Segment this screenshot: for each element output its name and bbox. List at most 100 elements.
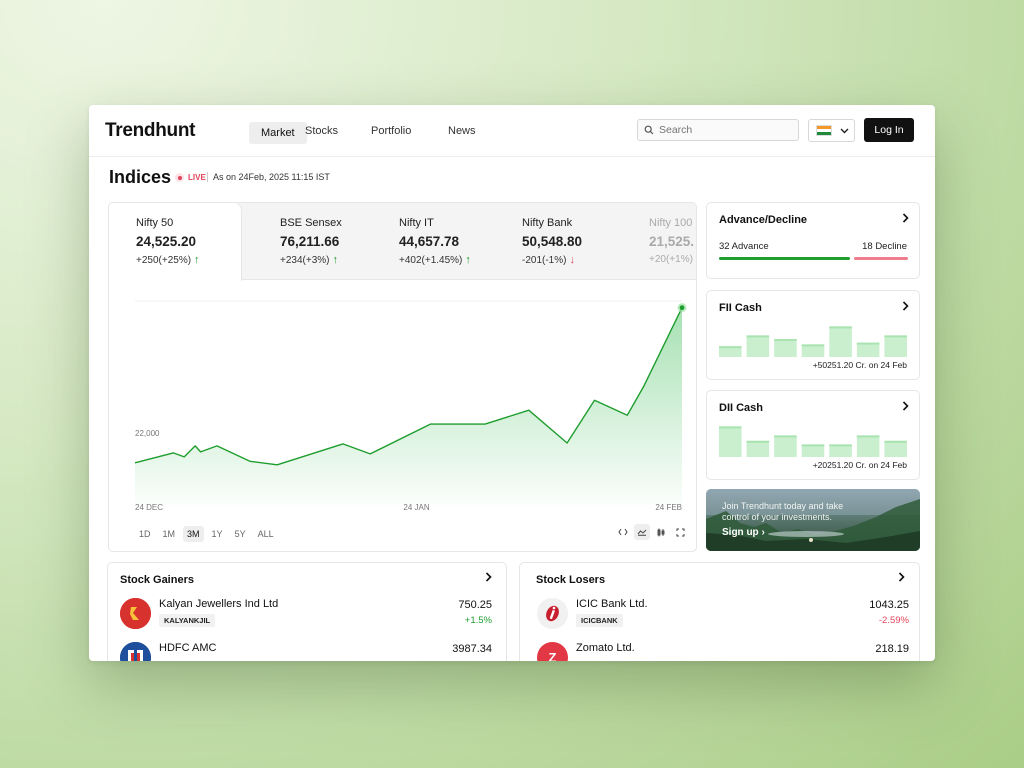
tab-stocks[interactable]: Stocks <box>305 125 338 137</box>
tab-market[interactable]: Market <box>249 122 307 144</box>
index-name: Nifty 100 <box>649 217 693 229</box>
dii-cash-bar-cap <box>774 435 797 438</box>
fii-cash-bar <box>856 342 880 357</box>
dii-cash-bar-cap <box>746 440 770 443</box>
fii-cash-bar-cap <box>719 346 742 349</box>
range-1m[interactable]: 1M <box>159 526 180 542</box>
stock-ticker: KALYANKJIL <box>159 614 216 627</box>
area-chart-icon[interactable] <box>634 524 650 540</box>
arrow-up-icon: ↑ <box>465 254 471 266</box>
chevron-right-icon[interactable] <box>902 213 909 223</box>
index-value: 24,525.20 <box>136 234 197 249</box>
chart-area-fill <box>135 307 682 505</box>
fii-cash-card[interactable]: FII Cash +50251.20 Cr. on 24 Feb <box>706 290 920 380</box>
fii-cash-bar-cap <box>801 344 825 347</box>
tab-portfolio[interactable]: Portfolio <box>371 125 411 137</box>
list-item[interactable]: HDFC AMC 3987.34 <box>120 642 492 661</box>
fii-cash-title: FII Cash <box>719 302 762 314</box>
index-value: 76,211.66 <box>280 234 340 249</box>
stock-change: +1.5% <box>464 615 492 626</box>
dii-cash-bar-cap <box>856 435 880 438</box>
index-area-chart[interactable]: 22,000 24 DEC 24 JAN 24 FEB <box>109 281 697 511</box>
dii-cash-bar <box>856 435 880 457</box>
fii-cash-bar-cap <box>884 335 907 338</box>
kalyan-logo-icon <box>120 598 151 629</box>
stock-price: 750.25 <box>458 599 492 611</box>
dii-cash-bar-cap <box>801 444 825 447</box>
dii-cash-bar-cap <box>719 426 742 429</box>
fii-cash-bar-chart <box>719 326 907 357</box>
index-tab-nifty-50[interactable]: Nifty 50 24,525.20 +250(+25%) ↑ <box>109 203 242 281</box>
chevron-right-icon: › <box>761 527 765 538</box>
search-icon <box>644 125 654 135</box>
chart-toolbar <box>615 524 688 540</box>
login-button[interactable]: Log In <box>864 118 914 142</box>
search-input[interactable] <box>659 124 789 136</box>
search-box[interactable] <box>637 119 799 141</box>
icici-logo-icon <box>537 598 568 629</box>
index-change-text: +250(+25%) <box>136 254 192 266</box>
candlestick-icon[interactable] <box>653 524 669 540</box>
index-name: Nifty IT <box>399 217 434 229</box>
signup-link[interactable]: Sign up › <box>722 527 765 538</box>
chevron-right-icon[interactable] <box>485 572 492 582</box>
india-flag-icon <box>816 125 832 136</box>
tab-news[interactable]: News <box>448 125 476 137</box>
index-name: Nifty Bank <box>522 217 573 229</box>
dii-cash-bar <box>746 440 770 457</box>
stock-price: 218.19 <box>875 643 909 655</box>
chevron-down-icon <box>840 128 849 133</box>
index-tab-nifty-it[interactable]: Nifty IT 44,657.78 +402(+1.45%) ↑ <box>399 217 471 266</box>
dii-cash-bar-cap <box>829 444 852 447</box>
stock-gainers-card: Stock Gainers Kalyan Jewellers Ind Ltd K… <box>107 562 507 661</box>
hdfc-logo-icon <box>120 642 151 661</box>
arrow-up-icon: ↑ <box>332 254 338 266</box>
index-value: 44,657.78 <box>399 234 460 249</box>
decline-bar <box>854 257 908 260</box>
index-tab-nifty-100[interactable]: Nifty 100 21,525. +20(+1%) <box>649 217 694 265</box>
advance-decline-title: Advance/Decline <box>719 214 808 226</box>
x-tick-label: 24 DEC <box>135 503 163 511</box>
brand-logo[interactable]: Trendhunt <box>105 120 195 142</box>
chevron-right-icon[interactable] <box>898 572 905 582</box>
stock-name: HDFC AMC <box>159 642 217 654</box>
index-change-text: -201(-1%) <box>522 254 567 266</box>
list-item[interactable]: ICIC Bank Ltd. ICICBANK 1043.25 -2.59% <box>537 598 909 638</box>
fullscreen-icon[interactable] <box>672 524 688 540</box>
live-badge: LIVE <box>175 173 206 182</box>
range-1d[interactable]: 1D <box>135 526 155 542</box>
list-item[interactable]: Kalyan Jewellers Ind Ltd KALYANKJIL 750.… <box>120 598 492 638</box>
index-name: BSE Sensex <box>280 217 342 229</box>
fii-cash-bar-cap <box>774 339 797 341</box>
stock-change: -2.59% <box>878 615 909 626</box>
dii-cash-card[interactable]: DII Cash +20251.20 Cr. on 24 Feb <box>706 390 920 480</box>
index-tab-bse-sensex[interactable]: BSE Sensex 76,211.66 +234(+3%) ↑ <box>280 217 342 266</box>
stock-ticker: ICICBANK <box>576 614 623 627</box>
stock-losers-card: Stock Losers ICIC Bank Ltd. ICICBANK 104… <box>519 562 920 661</box>
list-item[interactable]: Z Zomato Ltd. 218.19 <box>537 642 909 661</box>
advance-decline-card[interactable]: Advance/Decline 32 Advance 18 Decline <box>706 202 920 279</box>
range-all[interactable]: ALL <box>254 526 278 542</box>
promo-text: Join Trendhunt today and take control of… <box>722 501 844 522</box>
range-1y[interactable]: 1Y <box>208 526 227 542</box>
range-3m[interactable]: 3M <box>183 526 204 542</box>
dii-cash-bar <box>774 435 797 457</box>
app-window: Trendhunt Market Stocks Portfolio News L… <box>89 105 935 661</box>
advance-count: 32 Advance <box>719 241 769 252</box>
zomato-logo-icon: Z <box>537 642 568 661</box>
range-selector: 1D 1M 3M 1Y 5Y ALL <box>135 526 278 542</box>
signup-label: Sign up <box>722 527 759 538</box>
stock-losers-title: Stock Losers <box>536 574 606 586</box>
index-value: 50,548.80 <box>522 234 583 249</box>
stock-name: Zomato Ltd. <box>576 642 635 654</box>
range-5y[interactable]: 5Y <box>231 526 250 542</box>
chart-last-point <box>679 305 685 311</box>
country-selector[interactable] <box>808 119 855 142</box>
chevron-right-icon[interactable] <box>902 401 909 411</box>
signup-promo-banner[interactable]: Join Trendhunt today and take control of… <box>706 489 920 551</box>
index-tab-nifty-bank[interactable]: Nifty Bank 50,548.80 -201(-1%) ↓ <box>522 217 582 266</box>
index-change: +20(+1%) <box>649 254 694 265</box>
chevron-right-icon[interactable] <box>902 301 909 311</box>
live-label: LIVE <box>188 173 206 182</box>
code-icon[interactable] <box>615 524 631 540</box>
